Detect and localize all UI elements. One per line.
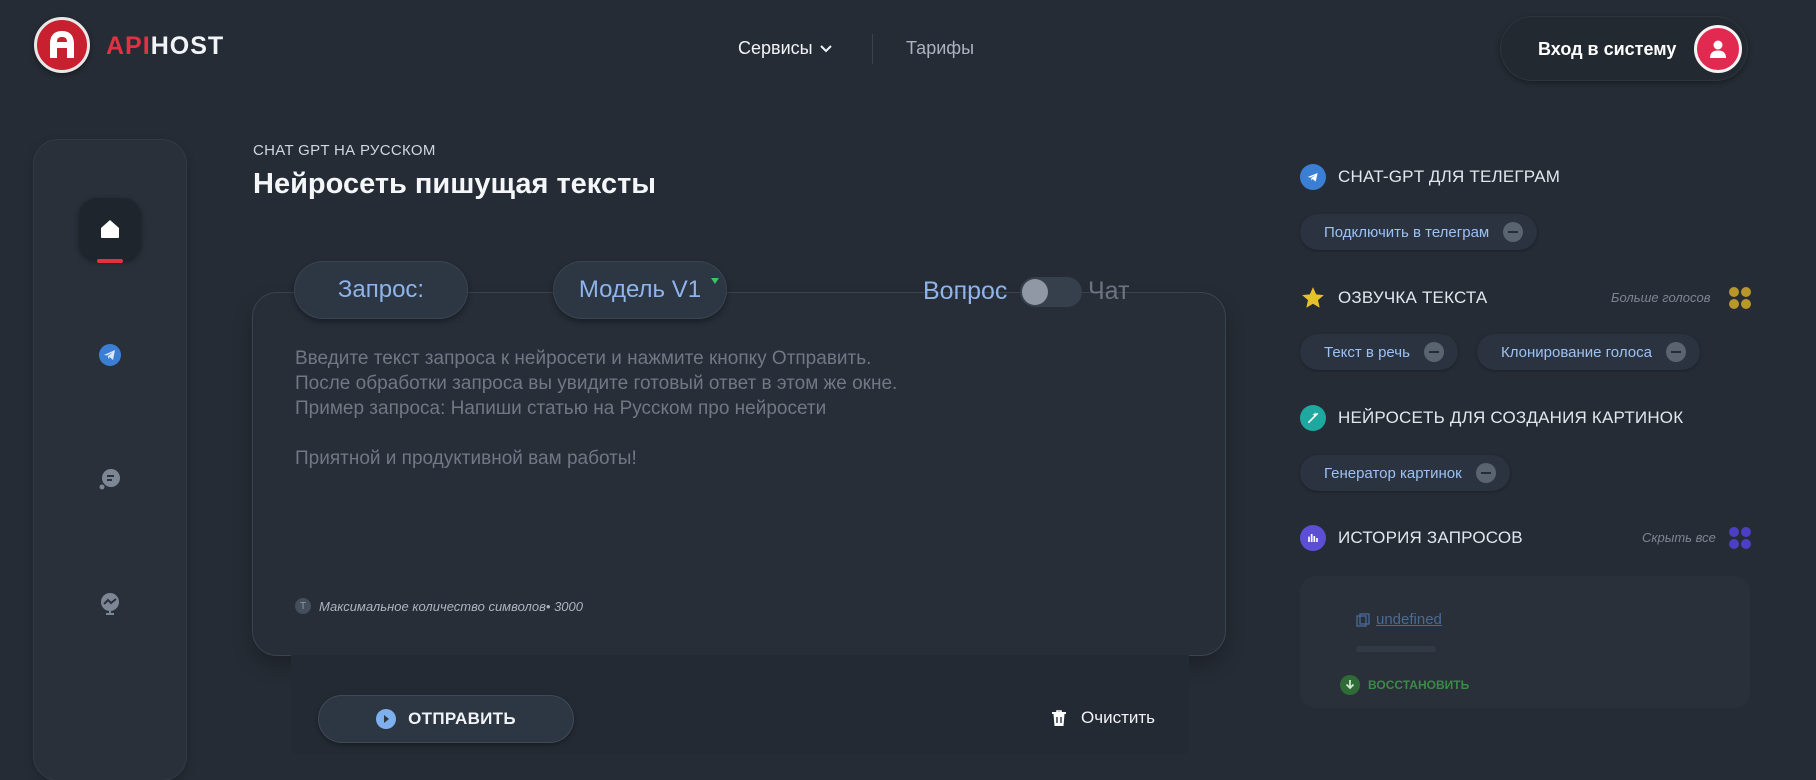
chevron-down-icon: [819, 44, 832, 52]
section-images: НЕЙРОСЕТЬ ДЛЯ СОЗДАНИЯ КАРТИНОК: [1300, 405, 1683, 431]
clear-button[interactable]: Очистить: [1049, 708, 1155, 728]
messenger-icon: [101, 593, 119, 615]
restore-label: ВОССТАНОВИТЬ: [1368, 678, 1470, 692]
info-icon: T: [295, 598, 311, 614]
remove-icon[interactable]: [1503, 222, 1524, 242]
sidebar-item-messenger[interactable]: [97, 590, 123, 616]
trash-icon: [1052, 710, 1066, 726]
chip-text-to-speech[interactable]: Текст в речь: [1300, 334, 1458, 370]
history-item-label: undefined: [1376, 611, 1442, 628]
send-label: ОТПРАВИТЬ: [408, 709, 516, 728]
mode-chat-label[interactable]: Чат: [1088, 277, 1129, 306]
sidebar-active-indicator: [97, 259, 123, 263]
section-voice-title: ОЗВУЧКА ТЕКСТА: [1338, 288, 1488, 307]
logo-icon[interactable]: [34, 17, 90, 73]
chip-label: Генератор картинок: [1324, 464, 1462, 482]
chat-bubble-icon: [99, 469, 120, 490]
telegram-icon: [1300, 164, 1326, 190]
download-icon: [1340, 675, 1360, 695]
image-generator-icon: [1300, 405, 1326, 431]
telegram-icon: [99, 344, 121, 366]
chip-image-generator[interactable]: Генератор картинок: [1300, 455, 1510, 491]
sidebar-item-telegram[interactable]: [97, 342, 123, 368]
history-item[interactable]: undefined: [1356, 611, 1442, 628]
chip-label: Текст в речь: [1324, 343, 1410, 361]
chip-voice-cloning[interactable]: Клонирование голоса: [1477, 334, 1700, 370]
section-telegram-title: CHAT-GPT ДЛЯ ТЕЛЕГРАМ: [1338, 167, 1561, 186]
chip-label: Клонирование голоса: [1501, 343, 1652, 361]
nav-services-label: Сервисы: [738, 38, 813, 58]
brand-api: API: [106, 32, 151, 60]
model-label: Модель V1: [578, 276, 702, 303]
max-chars-note: T Максимальное количество символов• 3000: [295, 598, 583, 614]
remove-icon[interactable]: [1665, 342, 1686, 362]
page-subtitle: CHAT GPT НА РУССКОМ: [253, 142, 436, 159]
send-button[interactable]: ОТПРАВИТЬ: [318, 695, 574, 743]
section-telegram: CHAT-GPT ДЛЯ ТЕЛЕГРАМ: [1300, 164, 1560, 190]
section-history-title: ИСТОРИЯ ЗАПРОСОВ: [1338, 528, 1523, 547]
history-icon: [1300, 525, 1326, 551]
section-history: ИСТОРИЯ ЗАПРОСОВ: [1300, 525, 1523, 551]
home-icon: [101, 220, 119, 238]
brand-host: HOST: [150, 32, 225, 60]
brand-name[interactable]: APIHOST: [106, 32, 224, 61]
restore-button[interactable]: ВОССТАНОВИТЬ: [1340, 675, 1469, 695]
sidebar-item-chat[interactable]: [97, 466, 123, 492]
page-title: Нейросеть пишущая тексты: [253, 168, 657, 200]
grid-icon[interactable]: [1729, 287, 1751, 309]
grid-icon[interactable]: [1729, 527, 1751, 549]
chip-connect-telegram[interactable]: Подключить в телеграм: [1300, 214, 1538, 250]
chip-label: Подключить в телеграм: [1324, 223, 1490, 241]
star-icon: [1300, 285, 1326, 311]
section-images-title: НЕЙРОСЕТЬ ДЛЯ СОЗДАНИЯ КАРТИНОК: [1338, 408, 1684, 427]
mode-question-label[interactable]: Вопрос: [923, 277, 1007, 306]
max-chars-label: Максимальное количество символов•: [319, 598, 551, 614]
remove-icon[interactable]: [1475, 463, 1496, 483]
clear-label: Очистить: [1081, 708, 1156, 727]
hide-all-link[interactable]: Скрыть все: [1642, 530, 1716, 545]
model-select[interactable]: Модель V1: [553, 261, 727, 319]
nav-tariffs[interactable]: Тарифы: [906, 38, 974, 59]
mode-toggle-knob[interactable]: [1022, 279, 1048, 305]
user-avatar-icon[interactable]: [1694, 25, 1742, 73]
nav-divider: [872, 34, 873, 64]
remove-icon[interactable]: [1423, 342, 1444, 362]
caret-down-icon: [711, 278, 719, 284]
login-label[interactable]: Вход в систему: [1538, 39, 1676, 60]
more-voices-link[interactable]: Больше голосов: [1611, 290, 1711, 305]
copy-icon: [1356, 612, 1370, 627]
history-item-faded: [1356, 646, 1436, 652]
play-icon: [376, 709, 397, 729]
nav-services[interactable]: Сервисы: [738, 38, 833, 59]
query-textarea[interactable]: Введите текст запроса к нейросети и нажм…: [295, 346, 1055, 471]
section-voice: ОЗВУЧКА ТЕКСТА: [1300, 285, 1487, 311]
query-tab[interactable]: Запрос:: [294, 261, 468, 319]
max-chars-value: 3000: [554, 598, 583, 614]
sidebar-item-home[interactable]: [79, 198, 141, 260]
